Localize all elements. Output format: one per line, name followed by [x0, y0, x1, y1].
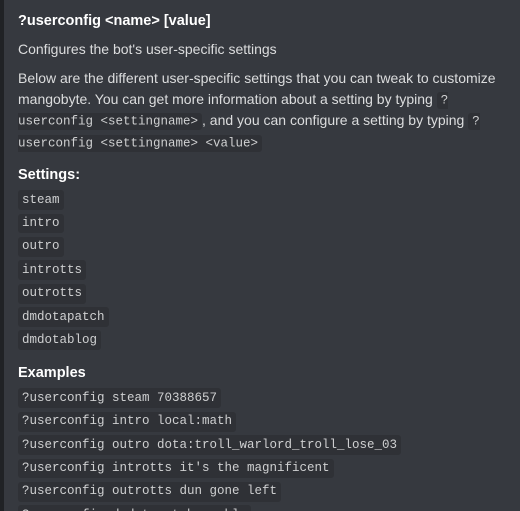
setting-item: dmdotablog — [18, 329, 504, 350]
embed-card: ?userconfig <name> [value] Configures th… — [0, 0, 520, 511]
example-item: ?userconfig outro dota:troll_warlord_tro… — [18, 434, 504, 455]
setting-item: outro — [18, 235, 504, 256]
setting-item: introtts — [18, 259, 504, 280]
example-code: ?userconfig introtts it's the magnificen… — [18, 459, 334, 479]
settings-heading: Settings: — [18, 166, 504, 186]
example-item: ?userconfig introtts it's the magnificen… — [18, 457, 504, 478]
setting-code: steam — [18, 190, 64, 210]
embed-explanation: Below are the different user-specific se… — [18, 68, 504, 152]
example-code: ?userconfig steam 70388657 — [18, 388, 221, 408]
example-code: ?userconfig outro dota:troll_warlord_tro… — [18, 435, 401, 455]
example-code: ?userconfig dmdotapatch enable — [18, 505, 251, 511]
example-item: ?userconfig dmdotapatch enable — [18, 504, 504, 511]
setting-item: outrotts — [18, 282, 504, 303]
example-code: ?userconfig outrotts dun gone left — [18, 482, 281, 502]
setting-item: dmdotapatch — [18, 306, 504, 327]
explain-text-mid: , and you can configure a setting by typ… — [202, 112, 468, 128]
settings-section: Settings: steam intro outro introtts out… — [18, 166, 504, 350]
example-item: ?userconfig outrotts dun gone left — [18, 480, 504, 501]
example-item: ?userconfig steam 70388657 — [18, 387, 504, 408]
explain-text-pre: Below are the different user-specific se… — [18, 70, 496, 106]
example-item: ?userconfig intro local:math — [18, 410, 504, 431]
setting-code: outrotts — [18, 284, 86, 304]
example-code: ?userconfig intro local:math — [18, 412, 236, 432]
setting-code: intro — [18, 214, 64, 234]
setting-code: outro — [18, 237, 64, 257]
examples-section: Examples ?userconfig steam 70388657 ?use… — [18, 364, 504, 511]
setting-item: steam — [18, 189, 504, 210]
examples-heading: Examples — [18, 364, 504, 384]
setting-item: intro — [18, 212, 504, 233]
setting-code: introtts — [18, 260, 86, 280]
setting-code: dmdotapatch — [18, 307, 109, 327]
embed-description: Configures the bot's user-specific setti… — [18, 40, 504, 59]
setting-code: dmdotablog — [18, 330, 101, 350]
embed-title: ?userconfig <name> [value] — [18, 12, 504, 32]
